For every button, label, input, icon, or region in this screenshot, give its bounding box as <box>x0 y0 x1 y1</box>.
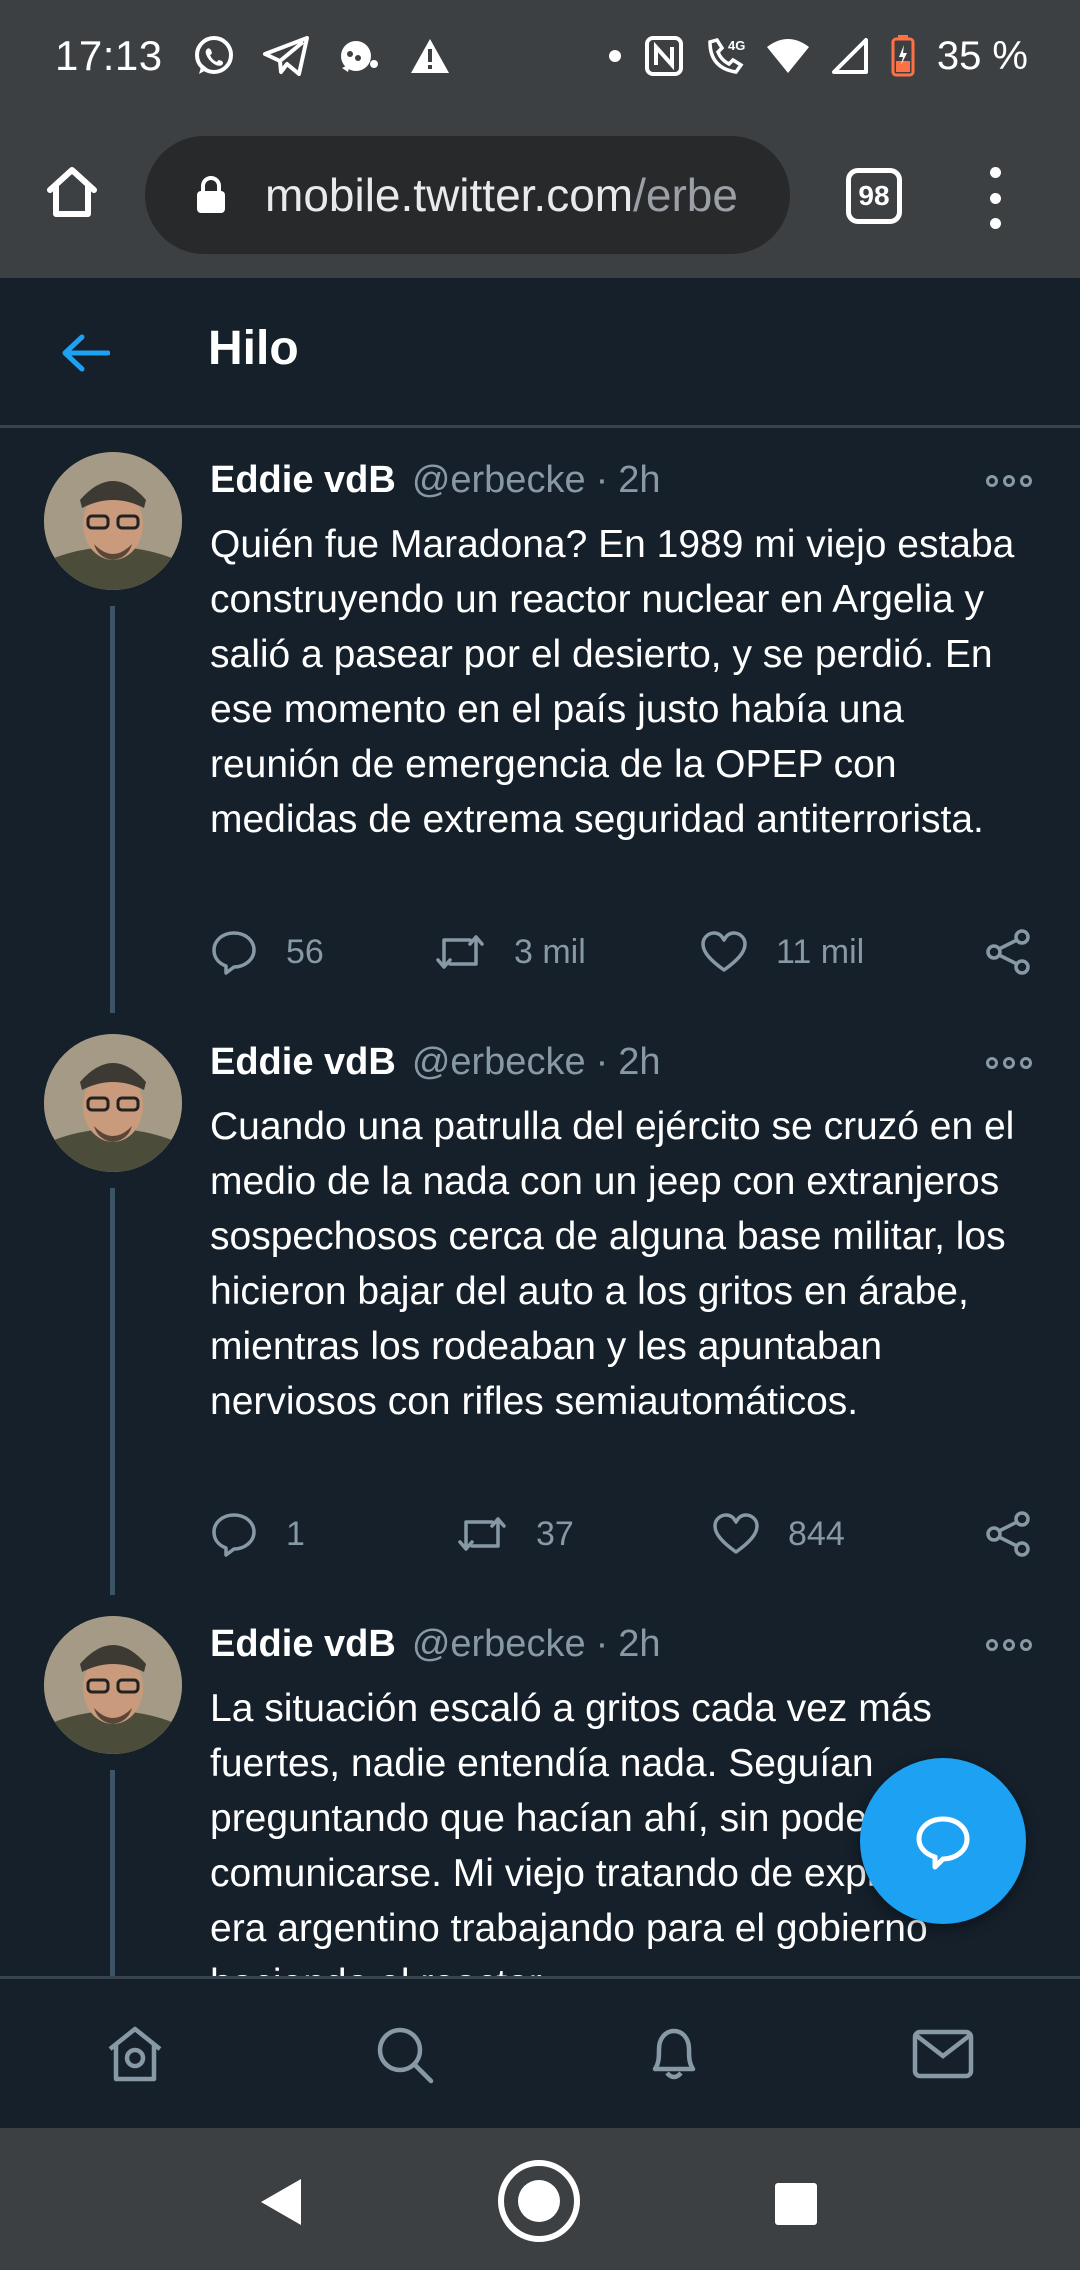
share-button[interactable] <box>984 1504 1060 1564</box>
warning-icon <box>407 33 453 79</box>
like-count: 11 mil <box>776 932 865 971</box>
reply-count: 1 <box>286 1514 305 1553</box>
notification-icon <box>335 33 381 79</box>
battery-icon <box>889 33 917 79</box>
heart-icon <box>701 931 747 972</box>
wifi-icon <box>765 33 811 79</box>
separator: · <box>595 459 609 501</box>
author-handle: @erbecke <box>411 1623 586 1665</box>
tweet[interactable]: Eddie vdB @erbecke · 2h Quién fue Marado… <box>0 431 1080 1013</box>
like-count: 844 <box>788 1514 845 1553</box>
url-text: mobile.twitter.com/erbe <box>265 168 738 222</box>
search-icon[interactable] <box>371 2021 437 2087</box>
tweet[interactable]: Eddie vdB @erbecke · 2h Cuando una patru… <box>0 1013 1080 1595</box>
more-vert-icon[interactable] <box>975 167 1015 229</box>
more-horizontal-icon[interactable] <box>986 1053 1032 1073</box>
share-icon <box>986 1511 1030 1557</box>
reply-count: 56 <box>286 932 324 971</box>
thread-header: Hilo <box>0 278 1080 428</box>
tweet-time[interactable]: 2h <box>618 1041 660 1084</box>
retweet-icon <box>458 1517 506 1551</box>
author-name[interactable]: Eddie vdB <box>210 459 396 502</box>
more-horizontal-icon[interactable] <box>986 1635 1032 1655</box>
avatar-photo <box>44 452 182 590</box>
avatar[interactable] <box>44 1616 182 1754</box>
mail-icon[interactable] <box>910 2021 976 2087</box>
tweet-text: Quién fue Maradona? En 1989 mi viejo est… <box>210 523 1015 841</box>
tweet-header: Eddie vdB @erbecke · 2h <box>210 459 661 502</box>
like-button[interactable]: 11 mil <box>700 922 864 982</box>
system-navigation-bar <box>0 2128 1080 2270</box>
home-tab-icon[interactable] <box>102 2021 168 2087</box>
avatar-photo <box>44 1034 182 1172</box>
tweet-actions: 1 37 844 <box>210 1504 1040 1564</box>
tweet-header: Eddie vdB @erbecke · 2h <box>210 1623 661 1666</box>
back-arrow-icon[interactable] <box>58 326 112 380</box>
separator: · <box>595 1623 609 1665</box>
back-triangle-icon[interactable] <box>252 2174 308 2230</box>
reply-button[interactable]: 56 <box>210 922 324 982</box>
recents-square-icon[interactable] <box>768 2176 824 2232</box>
retweet-count: 37 <box>536 1514 574 1553</box>
tweet-time[interactable]: 2h <box>618 459 660 502</box>
status-time: 17:13 <box>55 32 163 79</box>
author-handle: @erbecke <box>411 459 586 501</box>
share-button[interactable] <box>984 922 1060 982</box>
heart-icon <box>713 1513 759 1554</box>
lock-icon <box>197 176 225 213</box>
thread-connector <box>110 1188 115 1595</box>
tab-switcher-button[interactable]: 98 <box>846 168 902 224</box>
reply-button[interactable]: 1 <box>210 1504 305 1564</box>
author-handle: @erbecke <box>411 1041 586 1083</box>
retweet-button[interactable]: 3 mil <box>434 922 586 982</box>
tweet-text: Cuando una patrulla del ejército se cruz… <box>210 1105 1015 1423</box>
more-horizontal-icon[interactable] <box>986 471 1032 491</box>
dot-icon <box>605 33 625 79</box>
nfc-icon <box>641 33 687 79</box>
reply-icon <box>212 931 256 975</box>
compose-reply-icon <box>916 1816 970 1870</box>
author-name[interactable]: Eddie vdB <box>210 1623 396 1666</box>
url-domain: mobile.twitter.com <box>265 169 634 221</box>
thread-connector <box>110 606 115 1013</box>
separator: · <box>595 1041 609 1083</box>
page-title: Hilo <box>208 322 299 375</box>
svg-text:4G: 4G <box>728 38 745 53</box>
status-bar: 17:13 4G 35 % <box>0 0 1080 112</box>
telegram-icon <box>262 33 309 79</box>
home-circle-icon[interactable] <box>496 2158 582 2244</box>
bottom-navigation <box>0 1976 1080 2128</box>
avatar-photo <box>44 1616 182 1754</box>
retweet-button[interactable]: 37 <box>456 1504 574 1564</box>
4g-call-icon: 4G <box>703 33 749 79</box>
retweet-count: 3 mil <box>514 932 586 971</box>
home-icon[interactable] <box>38 158 106 226</box>
bell-icon[interactable] <box>641 2021 707 2087</box>
url-path: /erbe <box>633 169 738 221</box>
new-tweet-button[interactable] <box>860 1758 1026 1924</box>
avatar[interactable] <box>44 1034 182 1172</box>
thread-connector <box>110 1770 115 1976</box>
tweet-actions: 56 3 mil 11 mil <box>210 922 1040 982</box>
reply-icon <box>212 1513 256 1557</box>
battery-percent: 35 % <box>936 33 1028 78</box>
tweet-time[interactable]: 2h <box>618 1623 660 1666</box>
cell-signal-icon <box>827 33 873 79</box>
author-name[interactable]: Eddie vdB <box>210 1041 396 1084</box>
avatar[interactable] <box>44 452 182 590</box>
address-bar[interactable]: mobile.twitter.com/erbe <box>145 136 790 254</box>
thread-timeline: Eddie vdB @erbecke · 2h Quién fue Marado… <box>0 431 1080 1976</box>
like-button[interactable]: 844 <box>712 1504 845 1564</box>
browser-toolbar: mobile.twitter.com/erbe 98 <box>0 112 1080 278</box>
retweet-icon <box>436 935 484 969</box>
whatsapp-icon <box>191 33 237 79</box>
tweet-header: Eddie vdB @erbecke · 2h <box>210 1041 661 1084</box>
share-icon <box>986 929 1030 975</box>
screen: 17:13 4G 35 % mobile.twitter.com/erbe 98… <box>0 0 1080 2270</box>
